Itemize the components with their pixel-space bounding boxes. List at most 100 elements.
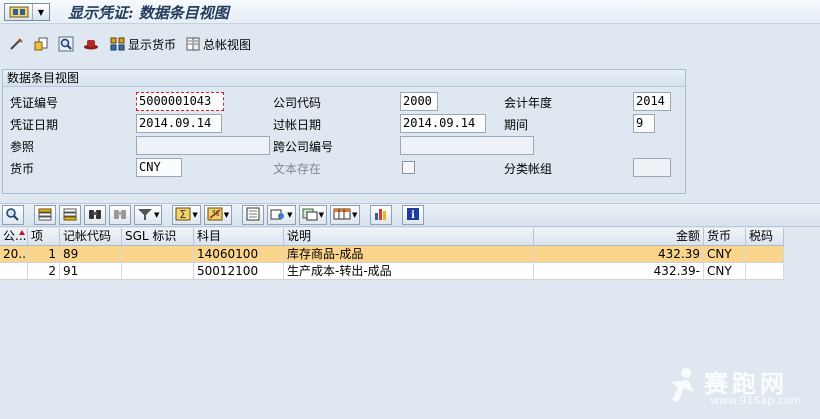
reference-field[interactable] [136, 136, 270, 155]
info-icon: i [405, 207, 421, 224]
sigma-icon: Σ [175, 207, 191, 224]
binoculars-next-icon [112, 207, 128, 224]
fiscal-year-label: 会计年度 [504, 96, 553, 110]
period-field[interactable]: 9 [633, 114, 655, 133]
text-exists-checkbox[interactable] [402, 161, 415, 174]
chevron-down-icon: ▼ [192, 211, 198, 219]
print-preview-button[interactable] [242, 205, 265, 225]
column-header-posting-key[interactable]: 记帐代码 [60, 228, 122, 245]
system-menu-button[interactable]: ▼ [4, 3, 50, 21]
layout-grid-icon [333, 207, 351, 224]
column-header-currency[interactable]: 货币 [704, 228, 746, 245]
group-title: 数据条目视图 [3, 70, 685, 87]
cross-company-field[interactable] [400, 136, 534, 155]
filter-button[interactable]: ▼ [134, 205, 163, 225]
find-next-button[interactable] [109, 205, 131, 225]
sort-descending-icon [62, 207, 78, 224]
hat-icon[interactable] [81, 34, 101, 54]
subtotal-button[interactable]: % ▼ [203, 205, 233, 225]
cell-description: 库存商品-成品 [284, 246, 534, 262]
sort-indicator-icon [19, 230, 25, 235]
table-row[interactable]: 2 91 50012100 生产成本-转出-成品 432.39- CNY [0, 263, 784, 280]
currency-field[interactable]: CNY [136, 158, 182, 177]
posting-date-label: 过帐日期 [273, 118, 322, 132]
cell-currency: CNY [704, 246, 746, 262]
subtotal-icon: % [207, 207, 223, 224]
cell-description: 生产成本-转出-成品 [284, 263, 534, 279]
column-header-sgl[interactable]: SGL 标识 [122, 228, 194, 245]
svg-text:%: % [212, 209, 220, 218]
reference-label: 参照 [10, 140, 35, 154]
layout-button[interactable]: ▼ [329, 205, 361, 225]
cell-currency: CNY [704, 263, 746, 279]
column-header-amount[interactable]: 金额 [534, 228, 704, 245]
posting-date-field[interactable]: 2014.09.14 [400, 114, 486, 133]
export-icon [270, 207, 286, 224]
company-code-field[interactable]: 2000 [400, 92, 438, 111]
general-ledger-view-button[interactable]: 总帐视图 [185, 36, 251, 53]
details-button[interactable] [2, 205, 24, 225]
export-button[interactable]: ▼ [267, 205, 296, 225]
window-title: 显示凭证: 数据条目视图 [68, 4, 229, 22]
ledger-group-label: 分类帐组 [504, 162, 553, 176]
information-button[interactable]: i [402, 205, 425, 225]
ledger-icon [185, 36, 201, 52]
fiscal-year-field[interactable]: 2014 [633, 92, 671, 111]
title-bar: ▼ 显示凭证: 数据条目视图 [0, 0, 820, 24]
sap-menu-icon [5, 4, 33, 20]
column-header-company[interactable]: 公... [0, 228, 28, 245]
watermark: 赛跑网 www.91Sap.com [664, 362, 814, 414]
column-header-item[interactable]: 项 [28, 228, 60, 245]
currency-icon [110, 36, 126, 52]
runner-logo-icon [664, 366, 700, 414]
period-label: 期间 [504, 118, 529, 132]
cross-company-label: 跨公司编号 [273, 140, 334, 154]
graphic-button[interactable] [370, 205, 393, 225]
grid-toolbar: ▼ Σ ▼ % ▼ ▼ ▼ ▼ i [0, 203, 820, 227]
chevron-down-icon: ▼ [287, 211, 293, 219]
ledger-group-field[interactable] [633, 158, 671, 177]
views-button[interactable]: ▼ [298, 205, 327, 225]
cell-posting-key: 91 [60, 263, 122, 279]
total-button[interactable]: Σ ▼ [172, 205, 201, 225]
chevron-down-icon: ▼ [154, 211, 160, 219]
sort-ascending-icon [37, 207, 53, 224]
company-code-label: 公司代码 [273, 96, 322, 110]
sort-descending-button[interactable] [59, 205, 81, 225]
table-row[interactable]: 20... 1 89 14060100 库存商品-成品 432.39 CNY [0, 246, 784, 263]
column-header-account[interactable]: 科目 [194, 228, 284, 245]
cell-company: 20... [0, 246, 28, 262]
watermark-url: www.91Sap.com [710, 394, 802, 407]
chevron-down-icon: ▼ [223, 211, 230, 219]
views-icon [302, 207, 318, 224]
doc-date-field[interactable]: 2014.09.14 [136, 114, 222, 133]
sort-ascending-button[interactable] [34, 205, 56, 225]
doc-number-field[interactable]: 5000001043 [136, 92, 224, 111]
general-ledger-view-label: 总帐视图 [203, 37, 252, 52]
cell-company [0, 263, 28, 279]
other-document-icon[interactable] [31, 34, 51, 54]
cell-posting-key: 89 [60, 246, 122, 262]
cell-tax [746, 263, 784, 279]
cell-amount: 432.39- [534, 263, 704, 279]
find-button[interactable] [84, 205, 106, 225]
bar-chart-icon [373, 207, 389, 224]
cell-tax [746, 246, 784, 262]
application-toolbar: 显示货币 总帐视图 [0, 30, 820, 58]
display-currency-button[interactable]: 显示货币 [110, 36, 176, 53]
pencil-glasses-icon[interactable] [6, 34, 26, 54]
column-header-tax[interactable]: 税码 [746, 228, 784, 245]
cell-item: 2 [28, 263, 60, 279]
column-header-description[interactable]: 说明 [284, 228, 534, 245]
svg-text:Σ: Σ [180, 208, 187, 221]
data-entry-view-group: 数据条目视图 凭证编号 5000001043 公司代码 2000 会计年度 20… [2, 69, 686, 194]
display-currency-label: 显示货币 [128, 37, 177, 52]
cell-sgl [122, 263, 194, 279]
cell-account: 50012100 [194, 263, 284, 279]
zoom-icon[interactable] [56, 34, 76, 54]
table-header: 公... 项 记帐代码 SGL 标识 科目 说明 金额 货币 税码 [0, 228, 784, 246]
cell-amount: 432.39 [534, 246, 704, 262]
chevron-down-icon: ▼ [37, 7, 45, 17]
cell-account: 14060100 [194, 246, 284, 262]
chevron-down-icon: ▼ [351, 211, 358, 219]
